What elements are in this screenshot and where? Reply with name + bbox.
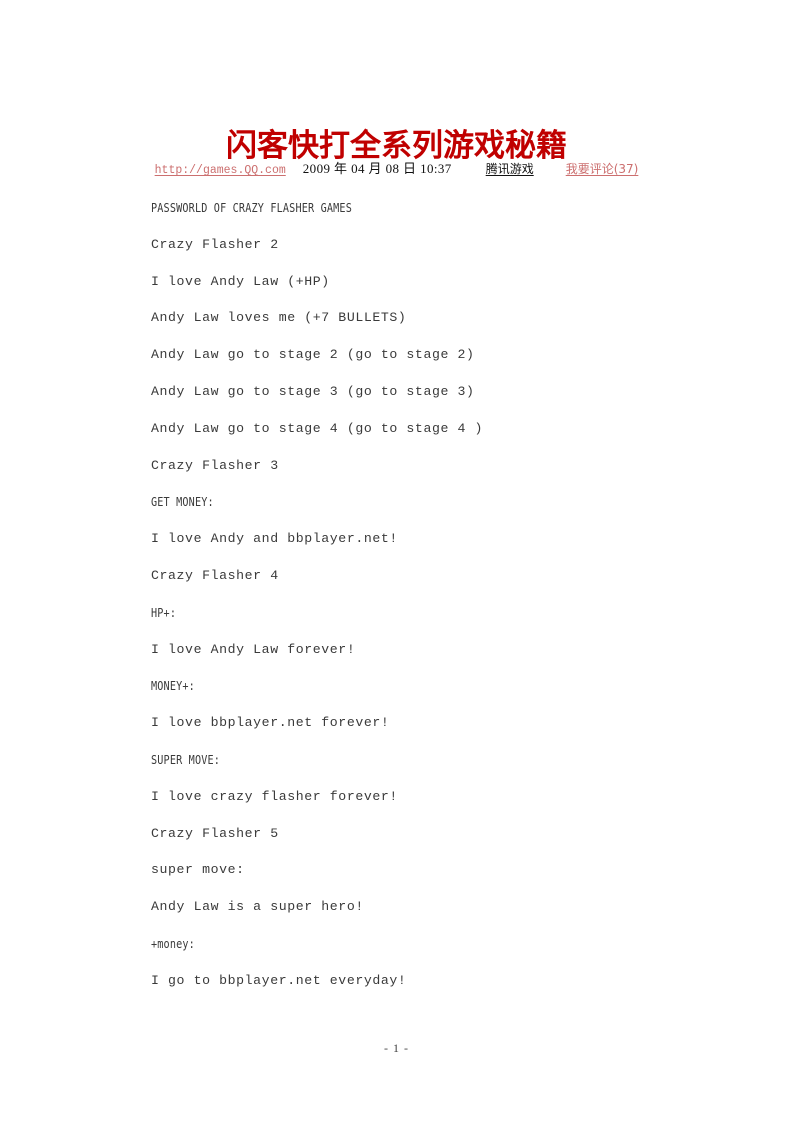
body-line: Crazy Flasher 3	[151, 457, 279, 473]
body-line: Andy Law is a super hero!	[151, 899, 364, 915]
body-line: SUPER MOVE:	[151, 751, 221, 767]
body-line: I love Andy Law forever!	[151, 641, 356, 657]
body-line: HP+:	[151, 604, 177, 620]
body-line: Andy Law go to stage 3 (go to stage 3)	[151, 383, 475, 399]
body-line: I love Andy Law (+HP)	[151, 273, 330, 289]
body-line: Andy Law go to stage 4 (go to stage 4 )	[151, 420, 484, 436]
document-page: 闪客快打全系列游戏秘籍 http://games.QQ.com 2009 年 04…	[0, 0, 793, 1122]
body-line: Andy Law loves me (+7 BULLETS)	[151, 310, 407, 326]
source-publisher-link[interactable]: 腾讯游戏	[486, 160, 534, 178]
article-body: PASSWORLD OF CRAZY FLASHER GAMES Crazy Fl…	[151, 198, 711, 1008]
comment-count-link[interactable]: 我要评论(37)	[566, 160, 639, 178]
body-line: I love crazy flasher forever!	[151, 788, 398, 804]
body-line: I love Andy and bbplayer.net!	[151, 531, 398, 547]
article-meta-bar: http://games.QQ.com 2009 年 04 月 08 日 10:3…	[0, 160, 793, 180]
publish-date: 2009 年 04 月 08 日 10:37	[302, 161, 452, 176]
body-line: Crazy Flasher 4	[151, 567, 279, 583]
body-line: Andy Law go to stage 2 (go to stage 2)	[151, 347, 475, 363]
body-line: I love bbplayer.net forever!	[151, 715, 390, 731]
body-line: GET MONEY:	[151, 494, 214, 510]
body-line: Crazy Flasher 2	[151, 236, 279, 252]
body-line: +money:	[151, 935, 195, 951]
body-line: super move:	[151, 862, 245, 878]
body-line: Crazy Flasher 5	[151, 825, 279, 841]
source-url-link[interactable]: http://games.QQ.com	[155, 162, 286, 180]
body-line: MONEY+:	[151, 678, 195, 694]
body-line: I go to bbplayer.net everyday!	[151, 972, 407, 988]
page-number-footer: - 1 -	[384, 1041, 409, 1055]
body-line: PASSWORLD OF CRAZY FLASHER GAMES	[151, 200, 353, 215]
